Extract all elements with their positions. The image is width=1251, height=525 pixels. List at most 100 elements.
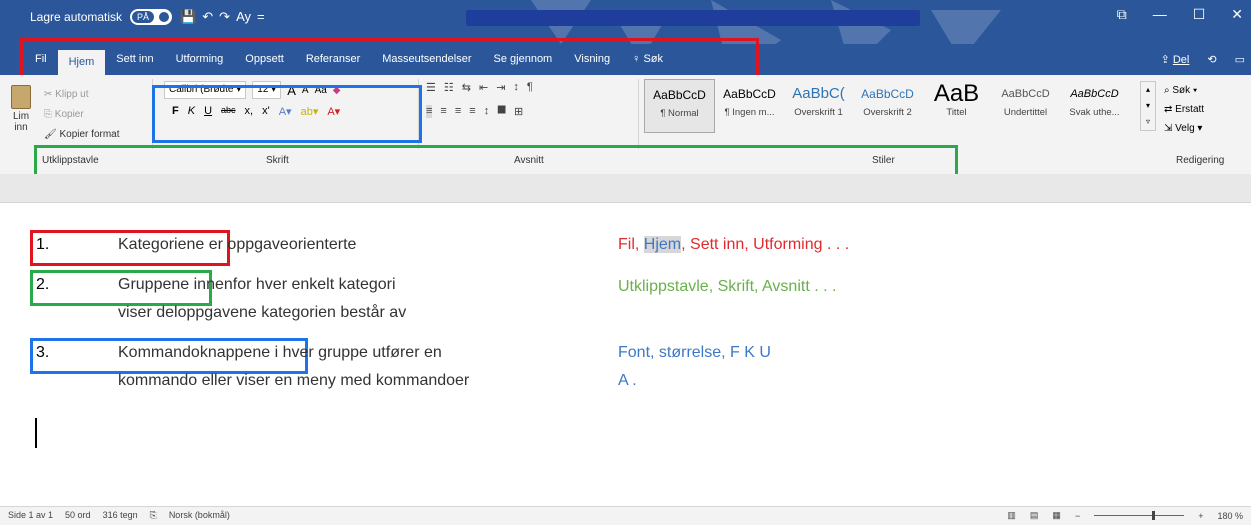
paste-label: Lim inn [12, 111, 30, 133]
paste-icon [11, 85, 31, 109]
undo-icon[interactable]: ↶ [202, 9, 213, 25]
multilevel-icon[interactable]: ⇆ [462, 81, 471, 94]
quick-access-toolbar: Lagre automatisk PÅ 💾 ↶ ↷ Ay = [30, 9, 265, 25]
group-label-editing: Redigering [1176, 155, 1225, 166]
zoom-out-icon[interactable]: − [1075, 511, 1080, 521]
style-name: ¶ Normal [660, 108, 699, 119]
web-layout-icon[interactable]: ▦ [1052, 510, 1061, 521]
format-painter-button[interactable]: 🖌 Kopier format [44, 125, 120, 145]
find-button[interactable]: ⌕ Søk ▾ [1164, 81, 1204, 100]
status-right: ▥ ▤ ▦ − + 180 % [1007, 510, 1243, 521]
zoom-slider[interactable] [1094, 511, 1185, 520]
replace-button[interactable]: ⇄ Erstatt [1164, 100, 1204, 119]
share-button[interactable]: ⇪ Del [1161, 53, 1190, 66]
text-cursor [35, 418, 37, 448]
share-label: Del [1172, 54, 1190, 66]
style-sample: AaBbCcD [861, 87, 914, 101]
item-3-number: 3. [36, 344, 50, 361]
comments-icon[interactable]: ▭ [1235, 53, 1245, 66]
style-sample: AaBbCcD [723, 87, 776, 101]
annotation-red-highlight: Hjem [643, 236, 682, 253]
replace-label: Erstatt [1175, 104, 1205, 115]
style-overskrift-1[interactable]: AaBbC(Overskrift 1 [784, 79, 853, 131]
style-tittel[interactable]: AaB Tittel [922, 79, 991, 131]
item-3-line-2: kommando eller viser en meny med kommand… [118, 372, 470, 389]
item-3-text: Kommandoknappene i hver gruppe utfører e… [118, 344, 442, 362]
autosave-toggle[interactable]: PÅ [130, 9, 173, 25]
editing-group: ⌕ Søk ▾ ⇄ Erstatt ⇲ Velg ▾ [1164, 81, 1204, 138]
print-layout-icon[interactable]: ▤ [1030, 510, 1039, 521]
style-name: Undertittel [1003, 107, 1048, 118]
select-button[interactable]: ⇲ Velg ▾ [1164, 119, 1204, 138]
annotation-red-post: , Sett inn, Utforming . . . [681, 236, 850, 253]
numbering-icon[interactable]: ☷ [444, 81, 454, 94]
window-controls: ⧉ — ☐ ✕ [1117, 6, 1243, 23]
maximize-icon[interactable]: ☐ [1193, 6, 1206, 23]
language[interactable]: Norsk (bokmål) [169, 510, 230, 521]
style-sample: AaBbCcD [1001, 88, 1050, 100]
align-center-icon[interactable]: ≡ [440, 105, 446, 118]
paste-button[interactable]: Lim inn [8, 85, 34, 133]
paragraph-row-2: ≡ ≡ ≡ ≡ ↕ ⯀ ⊞ [426, 105, 523, 118]
ribbon-display-icon[interactable]: ⧉ [1117, 6, 1127, 23]
style-sample: AaBbCcD [1070, 88, 1119, 100]
ribbon-collapse-area [0, 174, 1251, 203]
borders-icon[interactable]: ⊞ [514, 105, 523, 118]
clipboard-items: ✂ Klipp ut ⎘ Kopier 🖌 Kopier format [44, 85, 120, 145]
style-svak-utheving[interactable]: AaBbCcD Svak uthe... [1060, 79, 1129, 131]
item-1-keyword: Kategoriene [118, 236, 205, 253]
show-marks-icon[interactable]: ¶ [527, 81, 533, 94]
annotation-red: Fil, Hjem, Sett inn, Utforming . . . [618, 236, 849, 254]
format-painter-label: Kopier format [59, 129, 120, 140]
copy-button[interactable]: ⎘ Kopier [44, 105, 120, 125]
item-1-rest: er oppgaveorienterte [208, 236, 357, 253]
word-count[interactable]: 50 ord [65, 510, 91, 521]
proofing-icon[interactable]: ⎘ [150, 510, 157, 521]
paragraph-row-1: ☰ ☷ ⇆ ⇤ ⇥ ↕ ¶ [426, 81, 533, 94]
zoom-thumb[interactable] [1152, 511, 1156, 520]
zoom-in-icon[interactable]: + [1198, 511, 1203, 521]
decrease-indent-icon[interactable]: ⇤ [479, 81, 488, 94]
item-2-keyword: Gruppene [118, 276, 190, 293]
justify-icon[interactable]: ≡ [469, 105, 475, 118]
style-normal[interactable]: AaBbCcD ¶ Normal [644, 79, 715, 133]
cut-button[interactable]: ✂ Klipp ut [44, 85, 120, 105]
customize-qat-icon[interactable]: = [257, 9, 265, 25]
page-count[interactable]: Side 1 av 1 [8, 510, 53, 521]
history-icon[interactable]: ⟲ [1207, 53, 1216, 66]
styles-gallery: AaBbCcD ¶ Normal AaBbCcD ¶ Ingen m... AaBb… [644, 79, 1129, 133]
increase-indent-icon[interactable]: ⇥ [496, 81, 505, 94]
close-icon[interactable]: ✕ [1231, 6, 1243, 23]
align-left-icon[interactable]: ≡ [426, 105, 433, 118]
style-undertittel[interactable]: AaBbCcD Undertittel [991, 79, 1060, 131]
clipboard-group: Lim inn ✂ Klipp ut ⎘ Kopier 🖌 Kopier for… [2, 79, 153, 149]
annotation-green: Utklippstavle, Skrift, Avsnitt . . . [618, 278, 837, 295]
item-2-rest: innenfor hver enkelt kategori [193, 276, 396, 293]
minimize-icon[interactable]: — [1153, 6, 1167, 23]
status-bar: Side 1 av 1 50 ord 316 tegn ⎘ Norsk (bok… [0, 506, 1251, 525]
item-3-rest: i hver gruppe utfører en [274, 344, 442, 361]
read-mode-icon[interactable]: ▥ [1007, 510, 1016, 521]
item-1-number: 1. [36, 236, 50, 253]
copy-label: Kopier [54, 109, 84, 120]
cut-label: Klipp ut [55, 89, 89, 100]
redo-icon[interactable]: ↷ [219, 9, 230, 25]
zoom-level[interactable]: 180 % [1217, 511, 1243, 521]
char-count[interactable]: 316 tegn [103, 510, 138, 521]
menu-right-actions: ⇪ Del ⟲ ▭ [1161, 53, 1245, 66]
style-overskrift-2[interactable]: AaBbCcD Overskrift 2 [853, 79, 922, 131]
line-spacing-icon[interactable]: ↕ [484, 105, 490, 118]
item-1-text: Kategoriene er oppgaveorienterte [118, 236, 356, 254]
save-icon[interactable]: 💾 [180, 9, 196, 25]
style-sample: AaB [933, 80, 980, 107]
find-label: Søk [1172, 85, 1191, 96]
shading-icon[interactable]: ⯀ [497, 105, 506, 118]
sort-icon[interactable]: ↕ [513, 81, 519, 94]
style-ingen-mellomrom[interactable]: AaBbCcD ¶ Ingen m... [715, 79, 784, 131]
align-right-icon[interactable]: ≡ [455, 105, 461, 118]
item-2-line-2: viser deloppgavene kategorien består av [118, 304, 407, 321]
toggle-knob [159, 12, 170, 22]
styles-scroll[interactable]: ▴ ▾ ▿ [1140, 81, 1156, 131]
bullets-icon[interactable]: ☰ [426, 81, 436, 94]
font-color-icon[interactable]: Ay [236, 9, 251, 25]
